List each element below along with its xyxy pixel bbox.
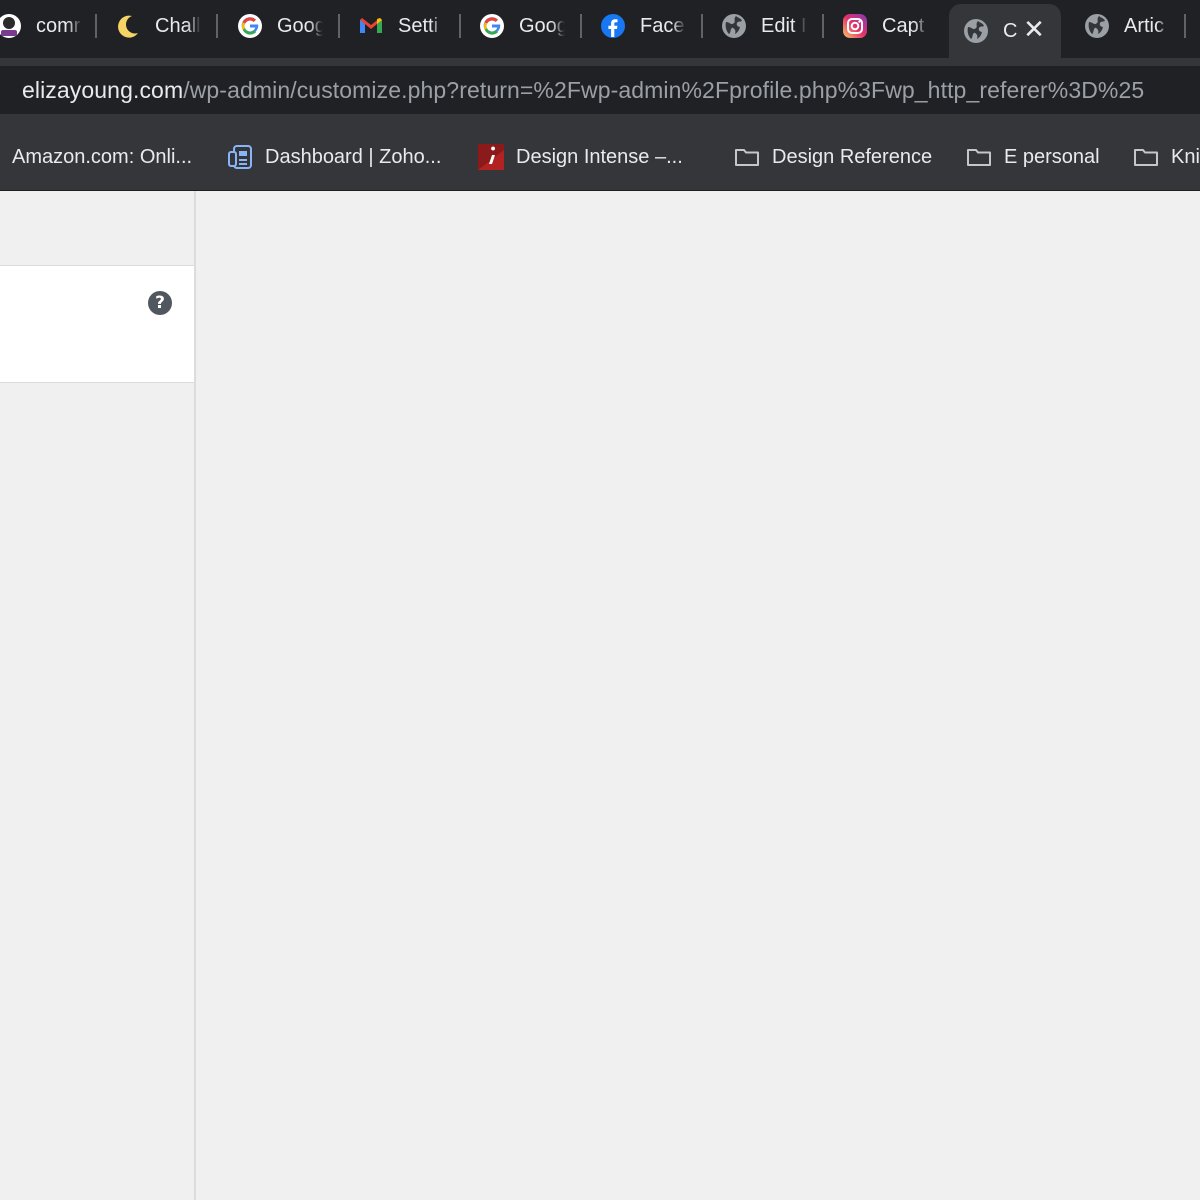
customizer-sidebar: ? [0,191,196,1200]
tab-facebook[interactable]: Face [600,0,686,52]
globe-icon [964,19,988,43]
bookmark-folder-design-reference[interactable]: Design Reference [734,124,932,190]
tab-separator [822,14,824,38]
folder-icon [735,149,759,166]
tab-separator [459,14,461,38]
facebook-icon [601,14,625,38]
bookmark-label: E personal [1004,145,1100,168]
bookmark-label: Design Reference [772,145,933,168]
folder-icon [1134,149,1158,166]
globe-icon [1085,14,1109,38]
url-path: /wp-admin/customize.php?return=%2Fwp-adm… [183,76,1145,103]
design-intense-icon [478,144,504,170]
tab-separator [701,14,703,38]
tab-separator [580,14,582,38]
tab-edit[interactable]: Edit I [721,0,807,52]
tab-title: Capt [882,14,925,37]
profile-avatar-icon [0,14,21,38]
bookmarks-bar: Amazon.com: Onli... Dashboard | Zoho... … [0,124,1200,191]
tab-chall[interactable]: Chall [115,0,201,52]
bookmark-label: Dashboard | Zoho... [265,145,442,168]
tab-separator [95,14,97,38]
tab-title: Artic [1124,14,1164,37]
tab-separator [338,14,340,38]
address-bar[interactable]: elizayoung.com/wp-admin/customize.php?re… [0,66,1200,114]
instagram-icon [843,14,867,38]
tab-comr[interactable]: comr [0,0,82,52]
bookmark-label: Amazon.com: Onli... [12,145,193,168]
tab-active-customize[interactable]: C ✕ [949,4,1061,58]
browser-toolbar: elizayoung.com/wp-admin/customize.php?re… [0,58,1200,124]
tab-google-2[interactable]: Goog [479,0,565,52]
tab-google-1[interactable]: Goog [237,0,323,52]
bookmark-label: Kni [1171,145,1200,168]
tab-title: Setti [398,14,439,37]
tab-title: Chall [155,14,201,37]
tab-gmail-settings[interactable]: Setti [358,0,444,52]
bookmark-folder-kni[interactable]: Kni [1133,124,1200,190]
tab-title: Goog [519,14,565,37]
moon-icon [118,15,138,38]
bookmark-zoho[interactable]: Dashboard | Zoho... [227,124,441,190]
tab-title: Face [640,14,685,37]
close-tab-icon[interactable]: ✕ [1021,16,1047,42]
folder-icon [967,149,991,166]
tab-strip: comr Chall Goog Setti Goog Face Edit I C… [0,0,1200,58]
customizer-preview [196,191,1200,1200]
tab-separator [1184,14,1186,38]
bookmark-label: Design Intense –... [516,145,683,168]
customizer-info-panel: ? [0,265,194,383]
tab-article[interactable]: Artic [1084,0,1170,52]
tab-separator [216,14,218,38]
url-text[interactable]: elizayoung.com/wp-admin/customize.php?re… [0,77,1144,104]
tab-title: comr [36,14,81,37]
tab-title: C [1003,19,1018,42]
gmail-icon [360,18,382,33]
bookmark-folder-e-personal[interactable]: E personal [966,124,1100,190]
google-icon [480,14,504,38]
zoho-icon [228,145,252,169]
globe-icon [722,14,746,38]
google-icon [238,14,262,38]
tab-instagram[interactable]: Capt [842,0,928,52]
bookmark-design-intense[interactable]: Design Intense –... [478,124,683,190]
tab-title: Edit I [761,14,807,37]
bookmark-amazon[interactable]: Amazon.com: Onli... [0,124,192,190]
url-host: elizayoung.com [22,76,184,103]
help-icon[interactable]: ? [148,291,172,315]
tab-title: Goog [277,14,323,37]
